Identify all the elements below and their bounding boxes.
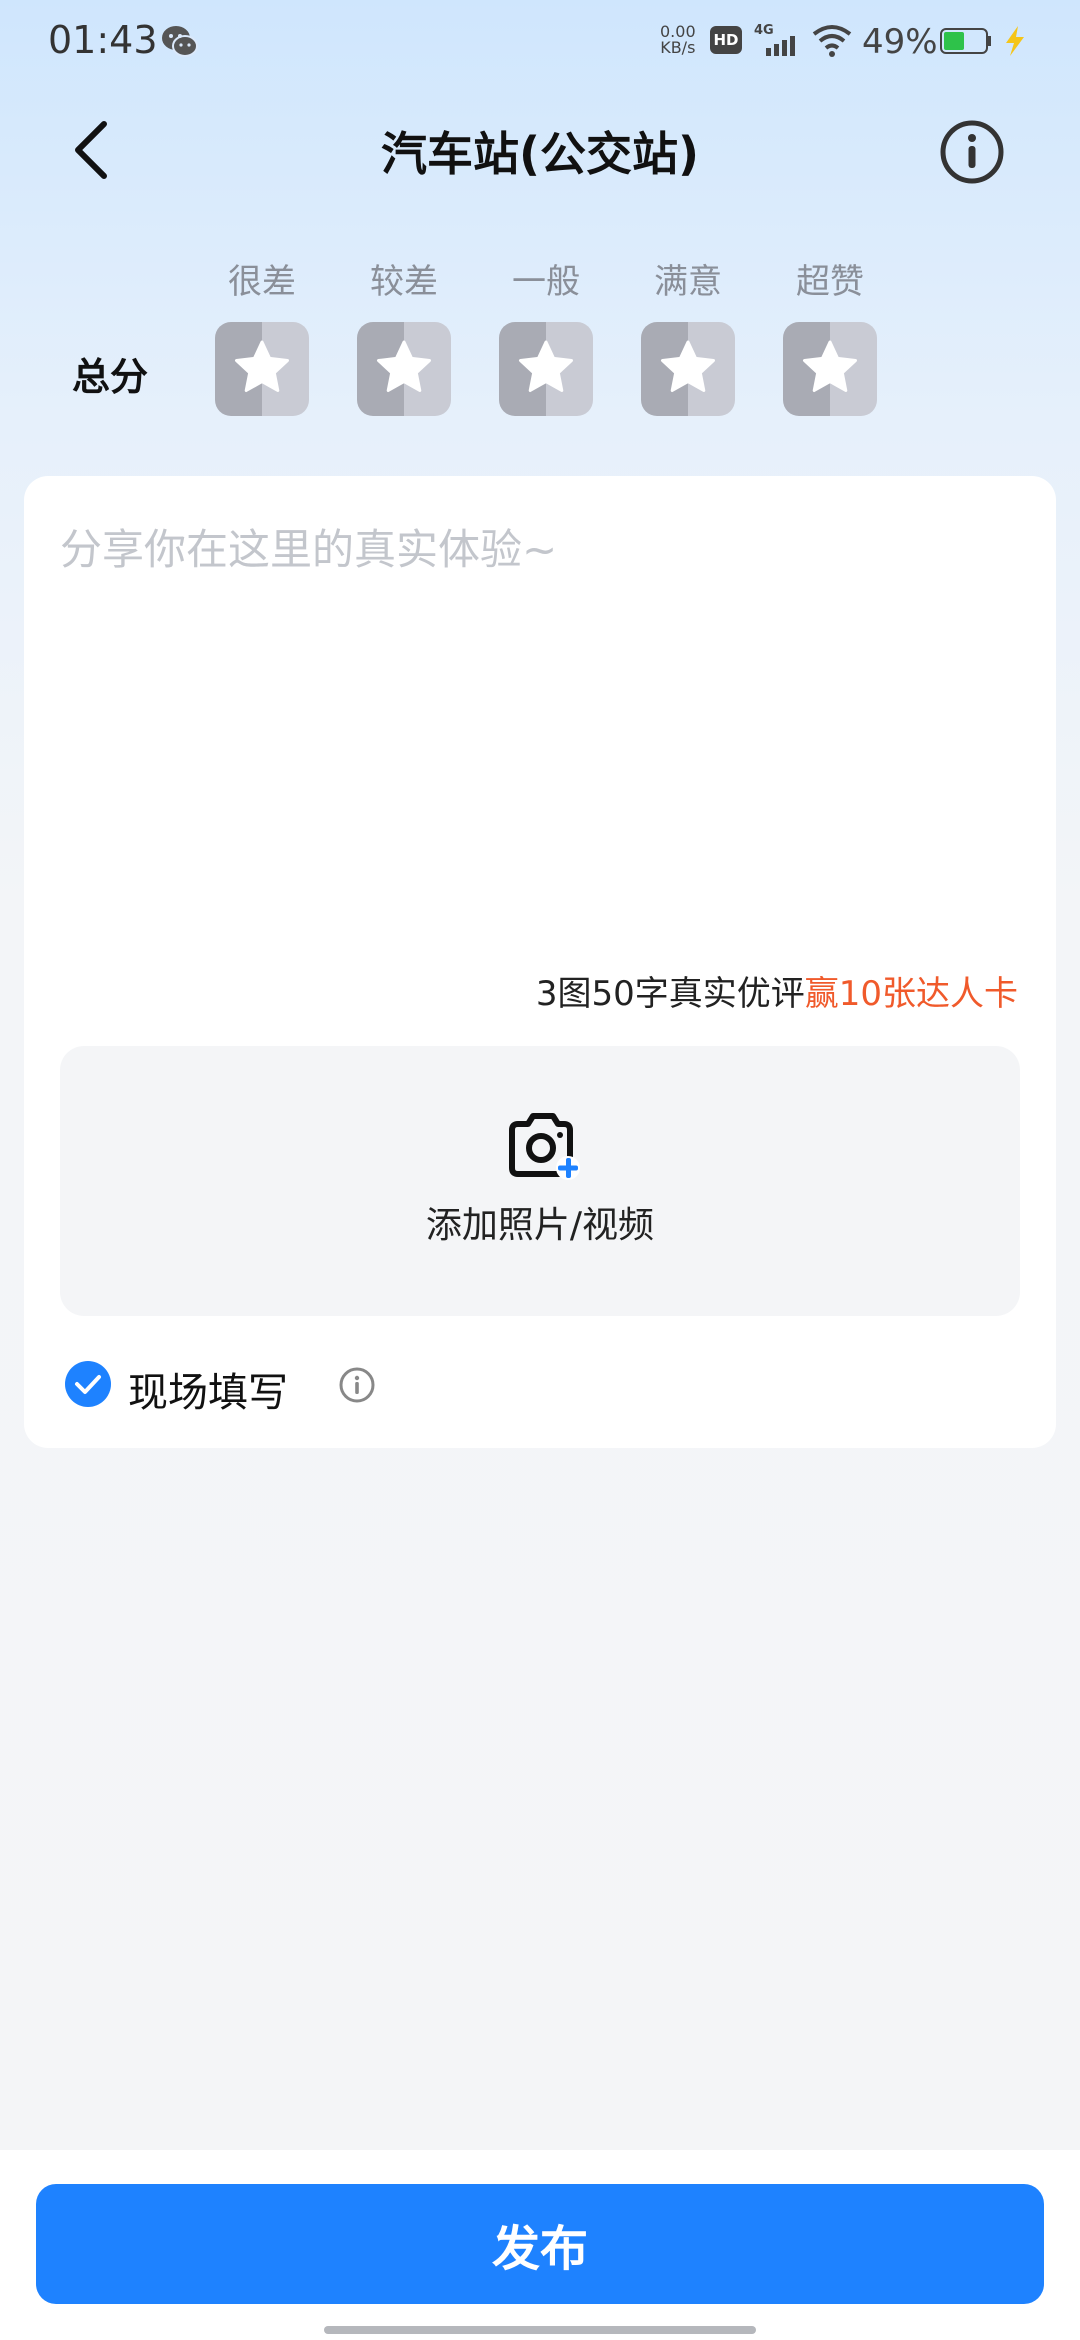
info-icon[interactable] — [938, 118, 1006, 186]
charging-icon — [1006, 26, 1024, 56]
rating-level-labels: 很差 较差 一般 满意 超赞 — [0, 254, 1080, 304]
rating-star-5[interactable] — [783, 322, 877, 416]
bottom-bar: 发布 — [0, 2150, 1080, 2340]
rating-star-1[interactable] — [215, 322, 309, 416]
star-icon — [661, 340, 715, 392]
camera-add-icon — [509, 1113, 580, 1180]
rating-star-3[interactable] — [499, 322, 593, 416]
page-title: 汽车站(公交站) — [380, 127, 700, 181]
promo-text: 3图50字真实优评赢10张达人卡 — [536, 966, 1018, 1015]
battery-percent: 49% — [862, 22, 938, 62]
star-icon — [519, 340, 573, 392]
score-label: 总分 — [72, 355, 149, 399]
svg-text:4G: 4G — [754, 23, 774, 38]
promo-highlight: 赢10张达人卡 — [804, 974, 1018, 1014]
net-speed: 0.00 KB/s — [660, 24, 696, 56]
promo-main: 3图50字真实优评 — [535, 974, 805, 1014]
star-icon — [377, 340, 431, 392]
rating-star-2[interactable] — [357, 322, 451, 416]
publish-button[interactable]: 发布 — [36, 2184, 1044, 2304]
review-card: 3图50字真实优评赢10张达人卡 添加照片/视频 现场填写 — [24, 476, 1056, 1448]
star-icon — [235, 340, 289, 392]
rating-label-1: 很差 — [228, 262, 296, 302]
checkbox-checked-icon[interactable] — [64, 1360, 112, 1408]
home-indicator — [324, 2326, 756, 2334]
rating-star-4[interactable] — [641, 322, 735, 416]
add-media-button[interactable]: 添加照片/视频 — [60, 1046, 1020, 1316]
net-speed-unit: KB/s — [660, 38, 696, 57]
wechat-icon — [162, 26, 198, 57]
onsite-label: 现场填写 — [128, 1370, 288, 1416]
signal-icon: 4G — [754, 23, 795, 56]
battery-icon — [940, 28, 991, 54]
star-icon — [803, 340, 857, 392]
hd-badge: HD — [710, 26, 742, 54]
review-textarea[interactable] — [60, 516, 1020, 896]
rating-label-2: 较差 — [370, 262, 438, 302]
wifi-icon — [812, 25, 852, 57]
status-time: 01:43 — [48, 18, 158, 62]
rating-label-3: 一般 — [512, 262, 580, 302]
status-bar: 01:43 0.00 KB/s HD 4G 49% — [0, 0, 1080, 86]
add-media-label: 添加照片/视频 — [425, 1205, 655, 1246]
rating-label-4: 满意 — [654, 262, 722, 302]
rating-label-5: 超赞 — [796, 262, 864, 302]
info-small-icon[interactable] — [338, 1366, 376, 1404]
